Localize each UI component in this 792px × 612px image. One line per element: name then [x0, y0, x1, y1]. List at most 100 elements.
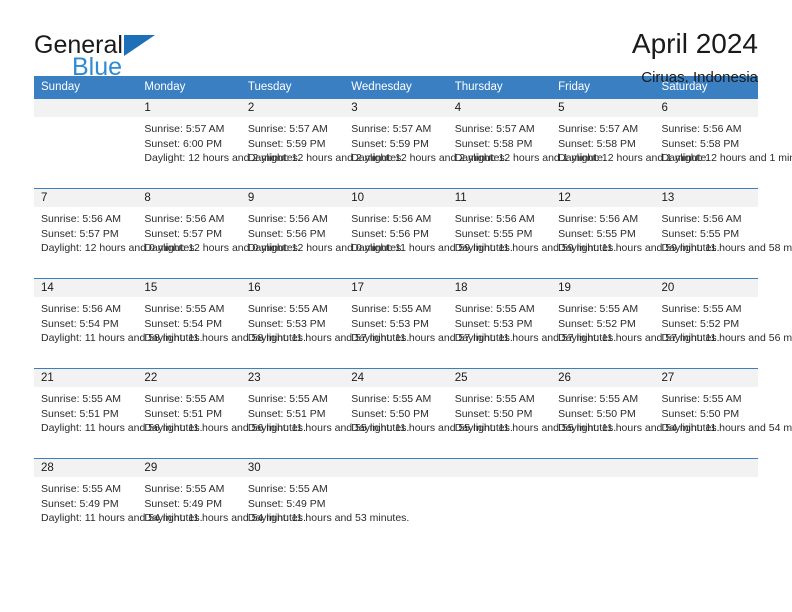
page-title: April 2024	[631, 28, 758, 59]
sunset-text: Sunset: 5:59 PM	[351, 137, 429, 150]
sunrise-text: Sunrise: 5:55 AM	[558, 393, 639, 405]
sunset-text: Sunset: 5:50 PM	[661, 407, 740, 420]
day-info: Sunrise: 5:57 AM Sunset: 5:58 PM Daylight:…	[551, 117, 709, 166]
day-cell[interactable]: 27 Sunrise: 5:55 AM Sunset: 5:50 PM Dayligh…	[654, 368, 792, 459]
day-cell[interactable]: 20 Sunrise: 5:55 AM Sunset: 5:52 PM Dayligh…	[654, 278, 792, 369]
day-number: 24	[344, 369, 448, 387]
day-cell[interactable]: 28 Sunrise: 5:55 AM Sunset: 5:49 PM Dayligh…	[34, 458, 202, 549]
day-number: 6	[654, 99, 758, 117]
daylight-text: Daylight: 11 hours and 59 minutes.	[351, 242, 513, 255]
day-number: 4	[447, 99, 552, 117]
sunrise-text: Sunrise: 5:56 AM	[661, 123, 742, 135]
brand-logo[interactable]: General Blue	[34, 28, 155, 80]
day-cell[interactable]: 8 Sunrise: 5:56 AM Sunset: 5:57 PM Daylight…	[137, 188, 301, 279]
daylight-text: Daylight: 11 hours and 57 minutes.	[454, 332, 617, 345]
day-cell[interactable]: 13 Sunrise: 5:56 AM Sunset: 5:55 PM Dayligh…	[654, 188, 792, 279]
day-number: 11	[447, 189, 552, 207]
day-info: Sunrise: 5:56 AM Sunset: 5:55 PM Daylight:…	[551, 207, 719, 256]
sunset-text: Sunset: 5:49 PM	[144, 497, 223, 510]
sunset-text: Sunset: 5:52 PM	[661, 317, 740, 330]
day-cell[interactable]: 25 Sunrise: 5:55 AM Sunset: 5:50 PM Dayligh…	[447, 368, 616, 459]
calendar-week-row: 1 Sunrise: 5:57 AM Sunset: 6:00 PM Daylight…	[34, 98, 792, 189]
sunset-text: Sunset: 5:49 PM	[247, 497, 326, 510]
daylight-text: Daylight: 12 hours and 2 minutes.	[247, 152, 405, 165]
day-number: 28	[34, 459, 138, 477]
day-info: Sunrise: 5:55 AM Sunset: 5:49 PM Daylight:…	[34, 477, 202, 526]
day-cell[interactable]: 19 Sunrise: 5:55 AM Sunset: 5:52 PM Dayligh…	[551, 278, 720, 369]
day-cell[interactable]: 1 Sunrise: 5:57 AM Sunset: 6:00 PM Daylight…	[137, 98, 301, 189]
title-block: April 2024 Ciruas, Indonesia	[632, 28, 758, 86]
day-cell[interactable]: 18 Sunrise: 5:55 AM Sunset: 5:53 PM Dayligh…	[447, 278, 617, 369]
sunset-text: Sunset: 5:56 PM	[247, 227, 326, 240]
daylight-text: Daylight: 11 hours and 58 minutes.	[144, 332, 306, 345]
day-cell[interactable]: 6 Sunrise: 5:56 AM Sunset: 5:58 PM Daylight…	[654, 98, 792, 189]
daylight-text: Daylight: 12 hours and 2 minutes.	[351, 152, 508, 165]
sunrise-text: Sunrise: 5:55 AM	[41, 483, 121, 495]
sunrise-text: Sunrise: 5:57 AM	[144, 123, 225, 135]
day-number	[654, 459, 758, 477]
day-cell[interactable]: 30 Sunrise: 5:55 AM Sunset: 5:49 PM Dayligh…	[240, 458, 409, 549]
day-cell[interactable]: 5 Sunrise: 5:57 AM Sunset: 5:58 PM Daylight…	[551, 98, 709, 189]
day-number	[447, 459, 552, 477]
day-cell-empty	[34, 98, 138, 189]
day-cell[interactable]: 2 Sunrise: 5:57 AM Sunset: 5:59 PM Daylight…	[240, 98, 405, 189]
day-cell[interactable]: 23 Sunrise: 5:55 AM Sunset: 5:51 PM Dayligh…	[240, 368, 409, 459]
day-cell[interactable]: 10 Sunrise: 5:56 AM Sunset: 5:56 PM Dayligh…	[344, 188, 513, 279]
day-number: 17	[344, 279, 448, 297]
day-cell[interactable]: 9 Sunrise: 5:56 AM Sunset: 5:56 PM Daylight…	[240, 188, 404, 279]
day-number: 20	[654, 279, 758, 297]
sunset-text: Sunset: 5:55 PM	[661, 227, 740, 240]
day-number: 26	[551, 369, 655, 387]
calendar-grid: Sunday Monday Tuesday Wednesday Thursday…	[34, 76, 792, 549]
daylight-text: Daylight: 11 hours and 54 minutes.	[661, 422, 792, 435]
sunset-text: Sunset: 5:52 PM	[558, 317, 636, 330]
sunset-text: Sunset: 5:54 PM	[41, 317, 119, 330]
day-cell[interactable]: 12 Sunrise: 5:56 AM Sunset: 5:55 PM Dayligh…	[551, 188, 720, 279]
day-cell[interactable]: 17 Sunrise: 5:55 AM Sunset: 5:53 PM Dayligh…	[344, 278, 513, 369]
day-number: 7	[34, 189, 138, 207]
sunset-text: Sunset: 5:49 PM	[41, 497, 119, 510]
sunset-text: Sunset: 5:54 PM	[144, 317, 223, 330]
day-info: Sunrise: 5:55 AM Sunset: 5:50 PM Daylight:…	[448, 387, 616, 436]
daylight-text: Daylight: 11 hours and 56 minutes.	[144, 422, 306, 435]
day-number: 8	[137, 189, 241, 207]
daylight-text: Daylight: 12 hours and 1 minute.	[661, 152, 792, 165]
day-number: 27	[654, 369, 758, 387]
day-cell[interactable]: 7 Sunrise: 5:56 AM Sunset: 5:57 PM Daylight…	[34, 188, 197, 279]
day-cell[interactable]: 4 Sunrise: 5:57 AM Sunset: 5:58 PM Daylight…	[447, 98, 606, 189]
day-cell[interactable]: 16 Sunrise: 5:55 AM Sunset: 5:53 PM Dayligh…	[240, 278, 409, 369]
day-cell[interactable]: 3 Sunrise: 5:57 AM Sunset: 5:59 PM Daylight…	[344, 98, 508, 189]
sunrise-text: Sunrise: 5:55 AM	[454, 393, 535, 405]
sunrise-text: Sunrise: 5:55 AM	[41, 393, 121, 405]
sunrise-text: Sunrise: 5:55 AM	[144, 483, 225, 495]
calendar-week-row: 7 Sunrise: 5:56 AM Sunset: 5:57 PM Daylight…	[34, 188, 792, 279]
weekday-header-tuesday: Tuesday	[240, 76, 345, 99]
calendar-week-row: 28 Sunrise: 5:55 AM Sunset: 5:49 PM Dayligh…	[34, 458, 758, 549]
day-cell[interactable]: 24 Sunrise: 5:55 AM Sunset: 5:50 PM Dayligh…	[344, 368, 513, 459]
sunrise-text: Sunrise: 5:56 AM	[661, 213, 742, 225]
day-cell[interactable]: 11 Sunrise: 5:56 AM Sunset: 5:55 PM Dayligh…	[447, 188, 616, 279]
brand-name-blue: Blue	[72, 53, 123, 81]
page-header: General Blue April 2024 Ciruas, Indonesi…	[0, 0, 792, 86]
day-number: 1	[137, 99, 241, 117]
daylight-text: Daylight: 12 hours and 2 minutes.	[144, 152, 301, 165]
sunset-text: Sunset: 5:58 PM	[661, 137, 740, 150]
day-cell[interactable]: 26 Sunrise: 5:55 AM Sunset: 5:50 PM Dayligh…	[551, 368, 720, 459]
day-cell[interactable]: 22 Sunrise: 5:55 AM Sunset: 5:51 PM Dayligh…	[137, 368, 306, 459]
day-number: 18	[447, 279, 552, 297]
day-number: 2	[240, 99, 345, 117]
day-number: 23	[240, 369, 345, 387]
day-cell[interactable]: 29 Sunrise: 5:55 AM Sunset: 5:49 PM Dayligh…	[137, 458, 306, 549]
sunset-text: Sunset: 5:57 PM	[144, 227, 223, 240]
daylight-text: Daylight: 12 hours and 0 minutes.	[144, 242, 301, 255]
sunset-text: Sunset: 5:53 PM	[454, 317, 533, 330]
day-info: Sunrise: 5:55 AM Sunset: 5:50 PM Daylight:…	[551, 387, 719, 436]
sunset-text: Sunset: 5:59 PM	[247, 137, 326, 150]
day-number: 10	[344, 189, 448, 207]
day-cell[interactable]: 14 Sunrise: 5:56 AM Sunset: 5:54 PM Dayligh…	[34, 278, 203, 369]
day-cell[interactable]: 21 Sunrise: 5:55 AM Sunset: 5:51 PM Dayligh…	[34, 368, 202, 459]
day-cell[interactable]: 15 Sunrise: 5:55 AM Sunset: 5:54 PM Dayligh…	[137, 278, 306, 369]
sunset-text: Sunset: 5:58 PM	[558, 137, 636, 150]
daylight-text: Daylight: 11 hours and 58 minutes.	[41, 332, 203, 345]
sunrise-text: Sunrise: 5:56 AM	[351, 213, 432, 225]
